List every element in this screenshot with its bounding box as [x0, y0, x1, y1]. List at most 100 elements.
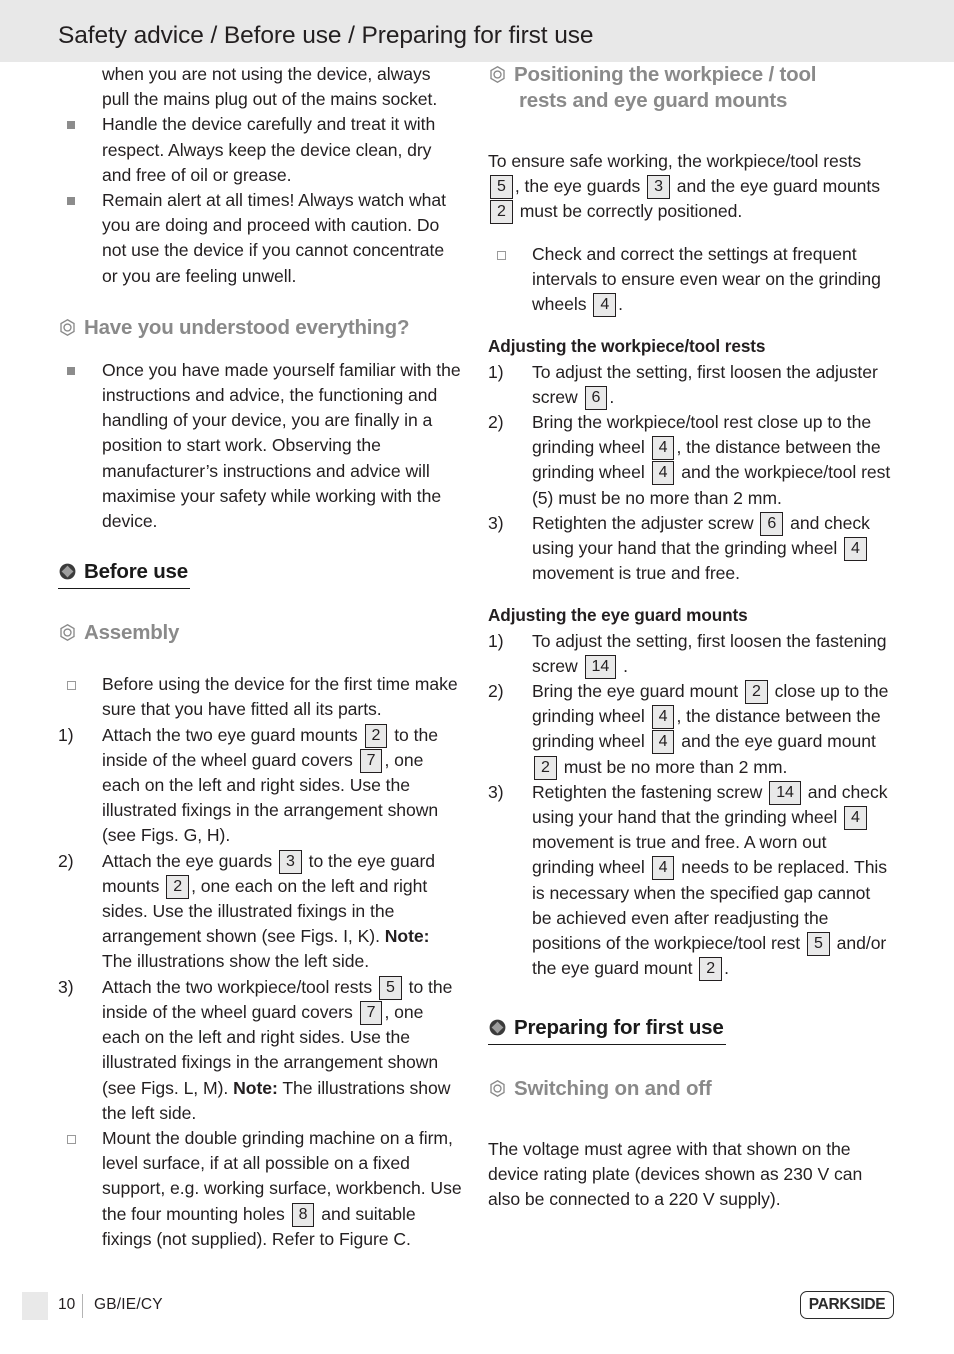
positioning-list: Check and correct the settings at freque…	[488, 242, 892, 318]
list-item-text: Remain alert at all times! Always watch …	[102, 190, 446, 286]
heading-switching-on-and-off: Switching on and off	[488, 1076, 892, 1102]
page-body: when you are not using the device, alway…	[0, 62, 954, 1280]
part-reference-box: 2	[490, 200, 513, 224]
part-reference-box: 4	[844, 806, 867, 831]
list-item-text: Retighten the fastening screw 14 and che…	[532, 780, 888, 982]
tool-rests-list: 1) To adjust the setting, first loosen t…	[488, 360, 892, 587]
page-footer: 10 GB/IE/CY PARKSIDE	[0, 1291, 954, 1332]
list-item: 1) Attach the two eye guard mounts 2 to …	[58, 723, 462, 849]
filled-square-bullet-icon	[67, 121, 75, 130]
part-reference-box: 2	[534, 755, 557, 780]
part-reference-box: 14	[584, 654, 617, 679]
part-reference-box: 2	[364, 723, 388, 748]
heading-preparing-for-first-use: Preparing for first use	[488, 1016, 892, 1050]
note-label: Note:	[384, 926, 430, 947]
eye-guard-list: 1) To adjust the setting, first loosen t…	[488, 629, 892, 982]
hollow-square-bullet-icon	[67, 1134, 76, 1144]
hex-nut-icon	[58, 318, 77, 337]
logo-text: PARKSIDE	[808, 1296, 886, 1313]
part-reference-box: 6	[760, 511, 784, 536]
list-item: Check and correct the settings at freque…	[488, 242, 892, 318]
part-reference-box: 4	[651, 856, 675, 881]
list-item-text: Handle the device carefully and treat it…	[102, 114, 436, 185]
parkside-logo: PARKSIDE	[800, 1291, 896, 1321]
heading-assembly: Assembly	[58, 620, 462, 646]
heading-before-use: Before use	[58, 560, 462, 594]
part-reference-box: 7	[359, 748, 383, 773]
list-item-text: Attach the two workpiece/tool rests 5 to…	[102, 975, 453, 1123]
list-item: Before using the device for the first ti…	[58, 672, 462, 722]
heading-have-you-understood: Have you understood everything?	[58, 315, 462, 341]
list-item-text: Attach the eye guards 3 to the eye guard…	[102, 849, 436, 972]
footer-locale: GB/IE/CY	[94, 1296, 163, 1313]
list-item: Once you have made yourself familiar wit…	[58, 358, 462, 534]
list-item-text: Bring the workpiece/tool rest close up t…	[532, 412, 891, 508]
heading-label: Before use	[84, 560, 188, 584]
footer-color-swatch	[22, 1292, 48, 1320]
part-reference-box: 3	[278, 849, 302, 874]
screw-head-icon	[58, 562, 77, 581]
part-reference-box: 4	[651, 436, 675, 461]
list-item-marker: 3)	[488, 512, 504, 533]
hex-nut-icon	[488, 65, 507, 84]
part-reference-box: 4	[844, 537, 867, 562]
list-item-marker: 2)	[58, 850, 74, 871]
understood-list: Once you have made yourself familiar wit…	[58, 358, 462, 534]
heading-label-line2: rests and eye guard mounts	[519, 89, 788, 112]
assembly-list: Before using the device for the first ti…	[58, 672, 462, 1252]
right-column: Positioning the workpiece / tool rests a…	[488, 62, 892, 1230]
heading-positioning: Positioning the workpiece / tool rests a…	[488, 62, 892, 114]
heading-label: Switching on and off	[514, 1077, 712, 1101]
safety-advice-list: when you are not using the device, alway…	[58, 62, 462, 289]
heading-label: Have you understood everything?	[84, 315, 410, 339]
list-item-text: To adjust the setting, first loosen the …	[532, 362, 878, 410]
list-item: 3) Retighten the adjuster screw 6 and ch…	[488, 511, 892, 587]
list-item: 1) To adjust the setting, first loosen t…	[488, 629, 892, 679]
part-reference-box: 5	[806, 932, 830, 957]
list-item-text: Before using the device for the first ti…	[102, 674, 458, 720]
part-reference-box: 5	[490, 174, 513, 199]
list-item-marker: 1)	[488, 361, 504, 382]
heading-label: Preparing for first use	[514, 1016, 724, 1040]
positioning-intro-paragraph: To ensure safe working, the workpiece/to…	[488, 149, 892, 225]
part-reference-box: 6	[584, 385, 608, 410]
list-item: Mount the double grinding machine on a f…	[58, 1126, 462, 1252]
part-reference-box: 5	[378, 975, 402, 1000]
list-item-marker: 2)	[488, 412, 504, 433]
list-item-marker: 1)	[488, 630, 504, 651]
part-reference-box: 2	[699, 957, 723, 982]
screw-head-icon	[488, 1018, 507, 1037]
part-reference-box: 4	[651, 730, 675, 755]
list-item-text: Bring the eye guard mount 2 close up to …	[532, 680, 888, 780]
page-number: 10	[58, 1296, 76, 1313]
part-reference-box: 4	[651, 705, 675, 730]
part-reference-box: 4	[593, 293, 617, 318]
list-item-marker: 3)	[488, 781, 504, 802]
note-label: Note:	[233, 1077, 278, 1098]
hollow-square-bullet-icon	[67, 681, 76, 691]
list-item-text: Check and correct the settings at freque…	[532, 244, 881, 318]
part-reference-box: 8	[291, 1202, 315, 1227]
part-reference-box: 2	[166, 874, 190, 899]
filled-square-bullet-icon	[67, 197, 75, 206]
hex-nut-icon	[58, 623, 77, 642]
list-item-text: Once you have made yourself familiar wit…	[102, 359, 461, 532]
part-reference-box: 2	[744, 680, 768, 705]
page-title: Safety advice / Before use / Preparing f…	[58, 22, 594, 49]
list-item-marker: 2)	[488, 681, 504, 702]
filled-square-bullet-icon	[67, 366, 75, 375]
hollow-square-bullet-icon	[497, 250, 506, 260]
list-item-text: To adjust the setting, first loosen the …	[532, 631, 887, 679]
list-item-text: when you are not using the device, alway…	[102, 64, 438, 110]
list-item: 3) Retighten the fastening screw 14 and …	[488, 780, 892, 982]
part-reference-box: 14	[769, 780, 801, 805]
list-item: 3) Attach the two workpiece/tool rests 5…	[58, 975, 462, 1126]
list-item: Remain alert at all times! Always watch …	[58, 188, 462, 289]
switching-paragraph: The voltage must agree with that shown o…	[488, 1139, 863, 1210]
heading-adjusting-tool-rests: Adjusting the workpiece/tool rests	[488, 336, 766, 357]
heading-label-line1: Positioning the workpiece / tool	[514, 63, 817, 86]
heading-label: Assembly	[84, 621, 180, 645]
hex-nut-icon	[488, 1079, 507, 1098]
footer-divider	[82, 1294, 83, 1318]
list-item: 2) Attach the eye guards 3 to the eye gu…	[58, 849, 462, 975]
